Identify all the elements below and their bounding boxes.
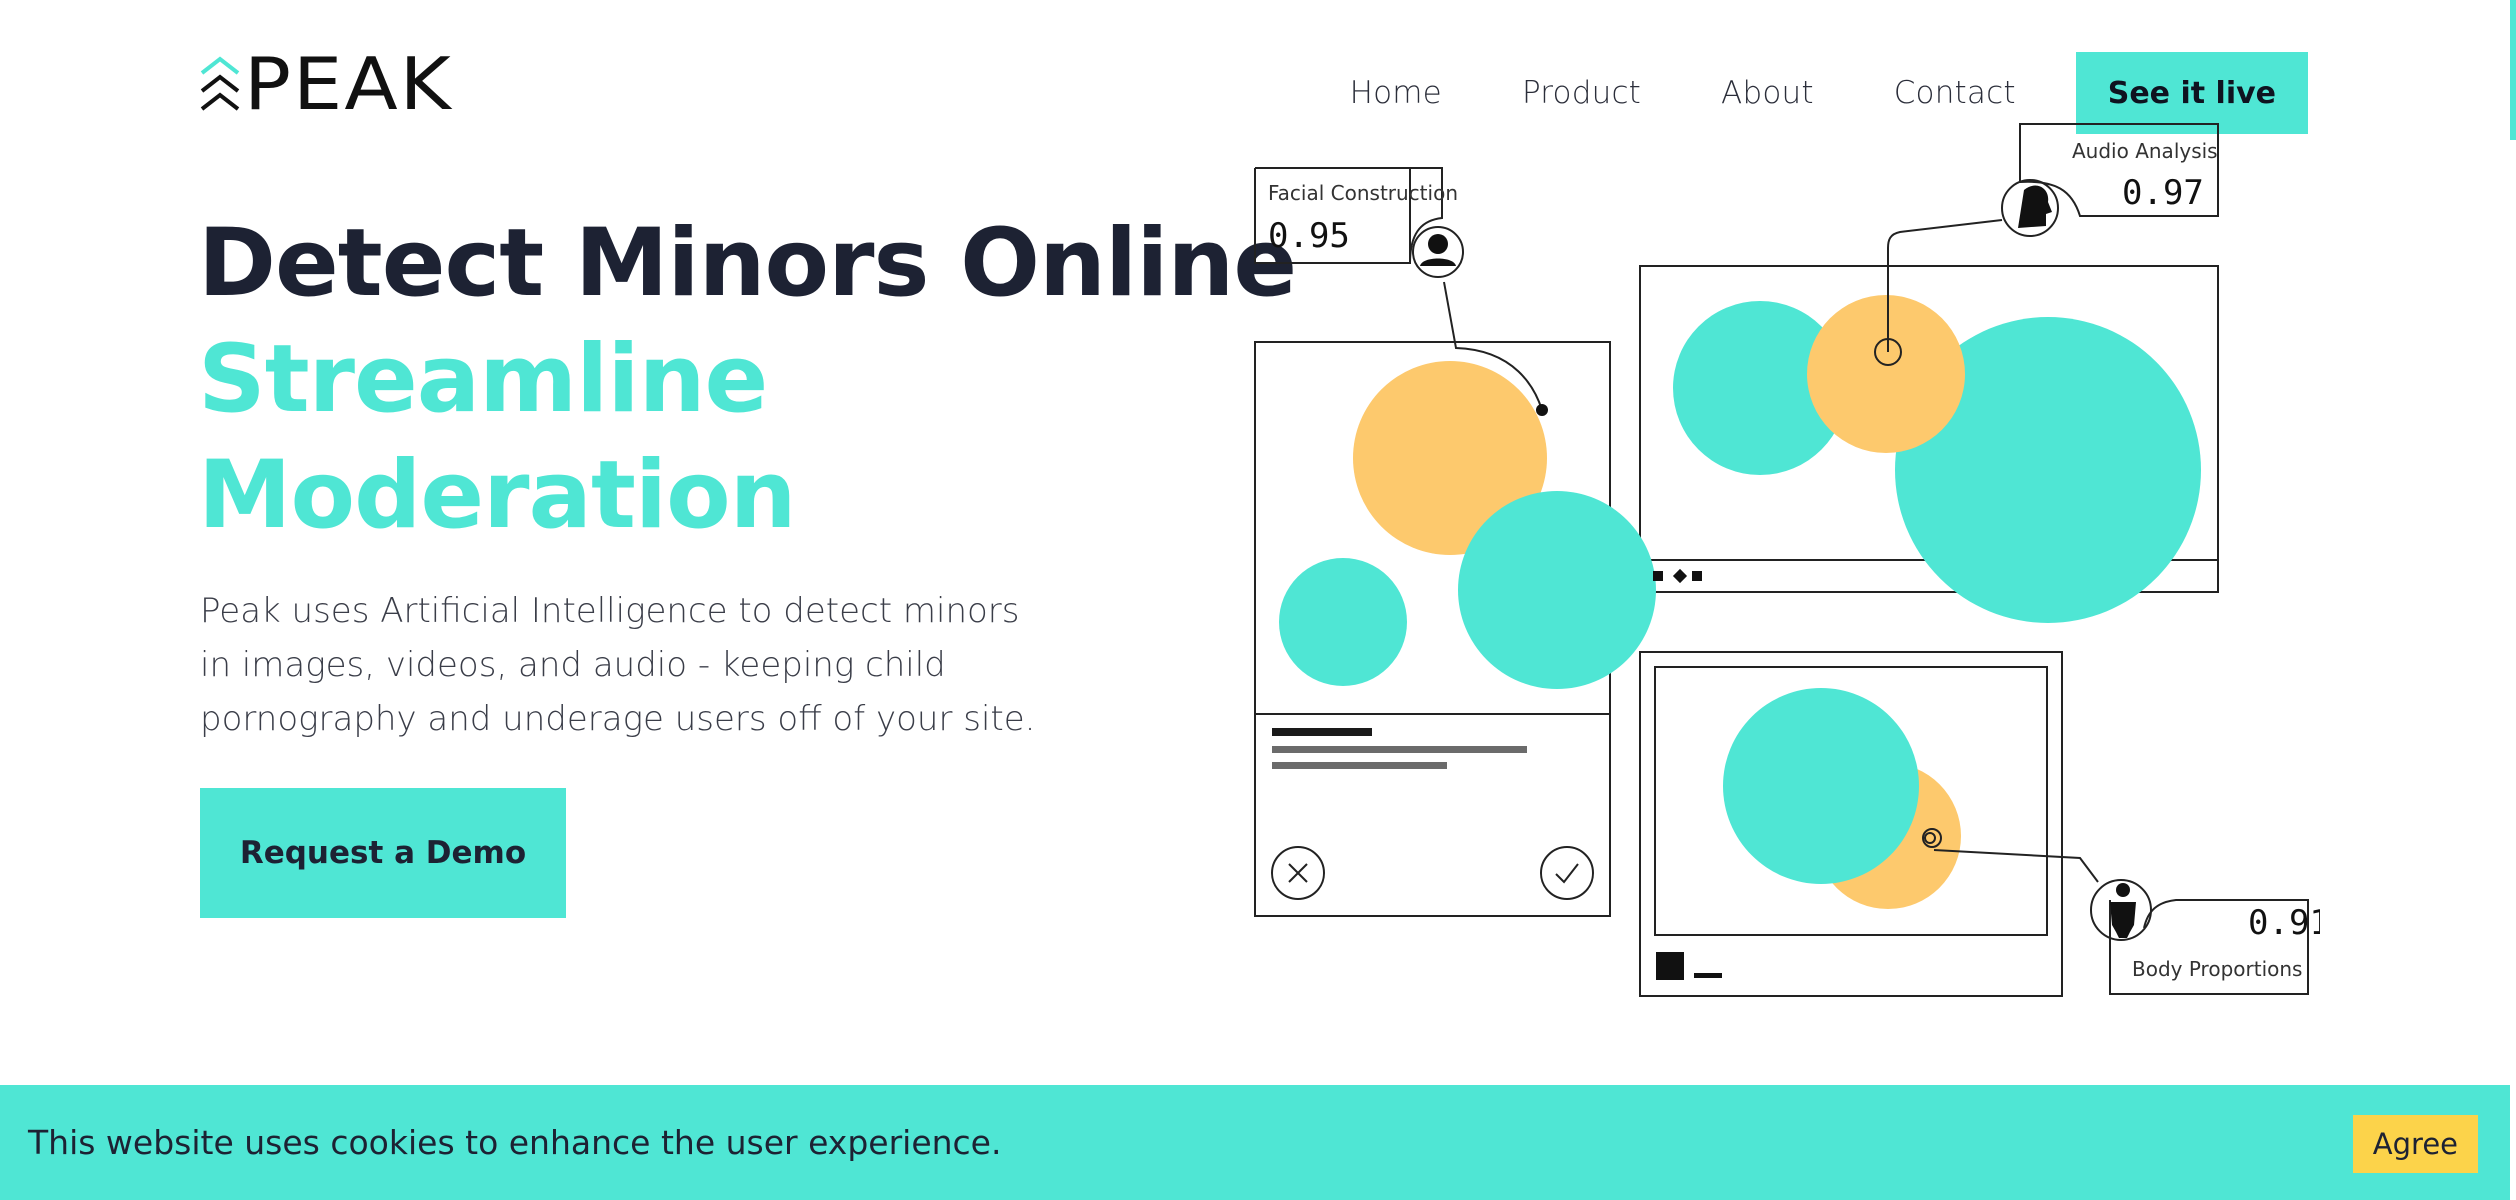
face-icon [1420, 234, 1456, 266]
teal-circle-5 [1723, 688, 1919, 884]
video-control-3 [1692, 571, 1702, 581]
text-line-2 [1272, 746, 1527, 753]
body-figure-icon [2110, 883, 2136, 938]
text-line-1 [1272, 728, 1372, 736]
landing-page: PEAK Home Product About Contact See it l… [0, 0, 2516, 1200]
hero-description: Peak uses Artificial Intelligence to det… [200, 591, 1036, 739]
photo-icon-line [1694, 973, 1722, 978]
teal-circle-1 [1458, 491, 1656, 689]
peak-chevron-icon [200, 56, 240, 111]
facial-score: 0.95 [1268, 216, 1350, 256]
cookie-agree-button[interactable]: Agree [2352, 1115, 2478, 1173]
nav-product-link[interactable]: Product [1522, 75, 1641, 111]
brand-name: PEAK [244, 43, 453, 127]
hero-subtitle-line2: Moderation [198, 441, 797, 550]
request-demo-button[interactable]: Request a Demo [200, 788, 566, 918]
body-label: Body Proportions [2132, 957, 2302, 981]
video-control-1 [1653, 571, 1663, 581]
nav-about-link[interactable]: About [1721, 75, 1814, 111]
text-line-3 [1272, 762, 1447, 769]
detection-illustration: Facial Construction 0.95 Audio Analysis … [1254, 123, 2320, 997]
hero-subtitle: Streamline Moderation [198, 322, 797, 554]
teal-circle-2 [1279, 558, 1407, 686]
cookie-banner: This website uses cookies to enhance the… [0, 1085, 2510, 1200]
body-score: 0.91 [2248, 903, 2320, 943]
hero-illustration: Facial Construction 0.95 Audio Analysis … [1250, 120, 2320, 1010]
speaking-head-icon [2018, 185, 2052, 228]
photo-icon-square [1656, 952, 1684, 980]
scrollbar-thumb[interactable] [2510, 0, 2516, 140]
nav-home-link[interactable]: Home [1350, 75, 1442, 111]
cookie-message: This website uses cookies to enhance the… [28, 1123, 1002, 1162]
orange-circle-2 [1807, 295, 1965, 453]
nav-contact-link[interactable]: Contact [1894, 75, 2016, 111]
hero-subtitle-line1: Streamline [198, 325, 768, 434]
facial-connector-dot [1536, 404, 1548, 416]
brand-logo[interactable]: PEAK [198, 43, 453, 127]
audio-label: Audio Analysis [2072, 139, 2218, 163]
audio-score: 0.97 [2122, 173, 2204, 213]
hero-title: Detect Minors Online [198, 209, 1297, 318]
facial-label: Facial Construction [1268, 181, 1458, 205]
